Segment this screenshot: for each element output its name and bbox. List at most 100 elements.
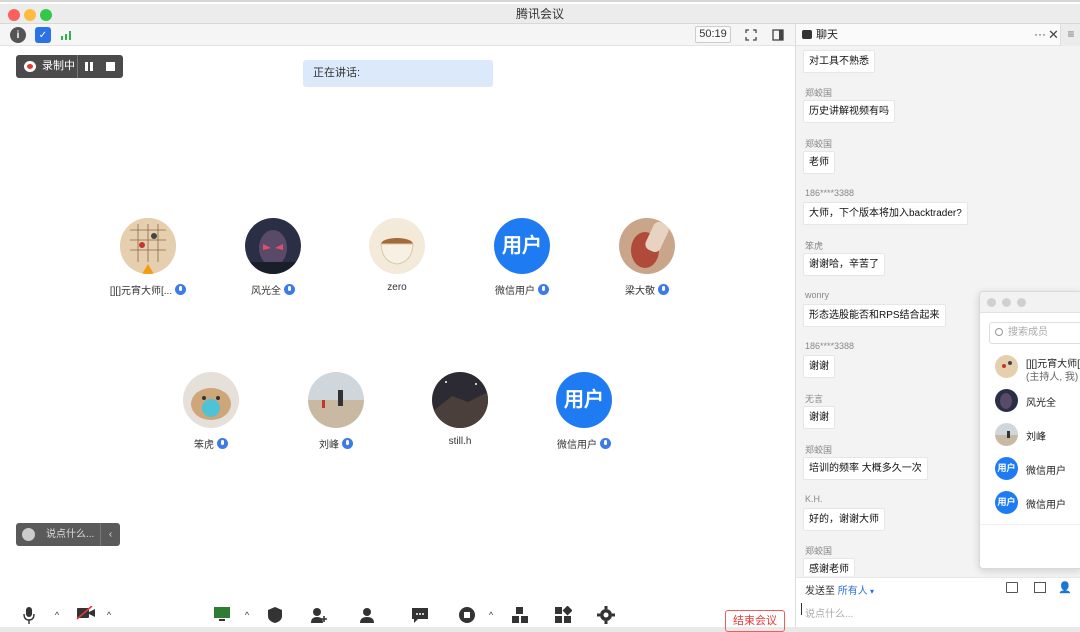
chevron-up-icon[interactable]: ^ bbox=[238, 606, 256, 624]
network-signal-icon[interactable] bbox=[59, 27, 75, 43]
security-shield-icon[interactable]: ✓ bbox=[35, 27, 51, 43]
layout-icon[interactable] bbox=[511, 606, 529, 624]
text-cursor bbox=[801, 603, 802, 615]
chat-message-text: 感谢老师 bbox=[803, 558, 855, 576]
participant-tile[interactable]: still.h bbox=[400, 372, 520, 447]
send-to-label: 发送至 bbox=[805, 586, 835, 597]
close-window-button[interactable] bbox=[8, 9, 20, 21]
avatar bbox=[308, 372, 364, 428]
chat-icon[interactable] bbox=[411, 606, 429, 624]
participant-tile[interactable]: 用户 微信用户 bbox=[524, 372, 644, 451]
settings-gear-icon[interactable] bbox=[597, 606, 615, 624]
info-icon[interactable]: i bbox=[10, 27, 26, 43]
popup-minimize-button[interactable] bbox=[1002, 298, 1011, 307]
member-row[interactable]: 用户 微信用户 bbox=[995, 457, 1080, 481]
participant-tile[interactable]: 梁大敬 bbox=[587, 218, 707, 297]
participant-tile[interactable]: 风光全 bbox=[213, 218, 333, 297]
more-icon[interactable]: ··· bbox=[1034, 24, 1046, 44]
member-search-input[interactable]: 搜索成员 bbox=[989, 322, 1080, 344]
member-name: 刘峰 bbox=[1026, 432, 1046, 443]
participant-name: 微信用户 bbox=[557, 440, 597, 451]
maximize-window-button[interactable] bbox=[40, 9, 52, 21]
manage-members-icon[interactable] bbox=[358, 606, 376, 624]
emoji-icon[interactable] bbox=[22, 528, 35, 541]
search-icon bbox=[995, 328, 1003, 336]
stop-record-button[interactable] bbox=[106, 62, 115, 71]
collapse-chevron-icon[interactable]: ‹ bbox=[100, 523, 120, 546]
chat-message-text: 历史讲解视频有吗 bbox=[803, 100, 895, 123]
chevron-up-icon[interactable]: ^ bbox=[100, 606, 118, 624]
meeting-window: 腾讯会议 i ✓ 50:19 录制中 正在讲话: [][]元宵大师[... 风光… bbox=[0, 0, 1080, 632]
popup-maximize-button[interactable] bbox=[1017, 298, 1026, 307]
send-to-value[interactable]: 所有人 bbox=[838, 586, 868, 597]
send-to-selector[interactable]: 发送至 所有人 ▾ bbox=[805, 582, 874, 597]
chat-message-sender: 郑蛟国 bbox=[805, 139, 833, 149]
mic-on-icon bbox=[342, 438, 353, 449]
member-avatar: 用户 bbox=[995, 457, 1018, 480]
member-row[interactable]: 风光全 bbox=[995, 389, 1080, 413]
camera-off-icon[interactable] bbox=[76, 605, 95, 624]
member-row[interactable]: [][]元宵大师[ (主持人, 我) bbox=[995, 355, 1080, 383]
avatar: 用户 bbox=[494, 218, 550, 274]
participant-tile[interactable]: 笨虎 bbox=[151, 372, 271, 451]
mention-user-icon[interactable]: 👤 bbox=[1058, 581, 1072, 594]
sidebar-toggle-icon[interactable] bbox=[770, 27, 786, 43]
participant-tile[interactable]: [][]元宵大师[... bbox=[88, 218, 208, 297]
bottom-control-bar: ^ ^ ^ ^ 结束会议 bbox=[0, 601, 795, 632]
chat-message-sender: wonry bbox=[805, 290, 830, 300]
popup-close-button[interactable] bbox=[987, 298, 996, 307]
participant-name: still.h bbox=[448, 436, 472, 447]
chat-message-text: 好的，谢谢大师 bbox=[803, 508, 885, 531]
participant-tile[interactable]: 刘峰 bbox=[276, 372, 396, 451]
chat-header: 聊天 ··· ✕ ≡ bbox=[796, 24, 1080, 46]
file-icon[interactable] bbox=[1006, 582, 1018, 593]
chat-input[interactable]: 说点什么... bbox=[805, 605, 853, 620]
chat-message-text: 谢谢哈，辛苦了 bbox=[803, 253, 885, 276]
member-avatar bbox=[995, 423, 1018, 446]
avatar bbox=[619, 218, 675, 274]
member-avatar: 用户 bbox=[995, 491, 1018, 514]
title-bar: 腾讯会议 bbox=[0, 4, 1080, 24]
chat-bubble-icon bbox=[802, 30, 812, 39]
apps-icon[interactable] bbox=[554, 605, 573, 624]
menu-icon[interactable]: ≡ bbox=[1060, 24, 1080, 46]
participant-tile[interactable]: 用户 微信用户 bbox=[462, 218, 582, 297]
cloud-record-icon bbox=[24, 61, 36, 72]
chat-message-sender: 郑蛟国 bbox=[805, 445, 833, 455]
member-name: 风光全 bbox=[1026, 398, 1056, 409]
chevron-up-icon[interactable]: ^ bbox=[48, 606, 66, 624]
record-stop-icon[interactable] bbox=[458, 606, 476, 624]
member-avatar bbox=[995, 389, 1018, 412]
microphone-icon[interactable] bbox=[20, 606, 38, 624]
recording-label: 录制中 bbox=[42, 60, 75, 72]
fullscreen-icon[interactable] bbox=[743, 27, 759, 43]
mic-on-icon bbox=[175, 284, 187, 295]
member-search-placeholder: 搜索成员 bbox=[1008, 327, 1048, 338]
avatar bbox=[369, 218, 425, 274]
invite-member-icon[interactable] bbox=[310, 606, 328, 624]
mic-on-icon bbox=[284, 284, 295, 295]
share-screen-icon[interactable] bbox=[213, 606, 231, 624]
chevron-down-icon[interactable]: ▾ bbox=[868, 587, 874, 596]
member-row[interactable]: 用户 微信用户 bbox=[995, 491, 1080, 515]
chat-message-text: 谢谢 bbox=[803, 406, 835, 429]
calendar-icon[interactable] bbox=[1034, 582, 1046, 593]
chat-message-sender: K.H. bbox=[805, 494, 823, 504]
chat-message-text: 对工具不熟悉 bbox=[803, 50, 875, 73]
chat-message-sender: 笨虎 bbox=[805, 241, 824, 251]
quick-say-input[interactable]: 说点什么... ‹ bbox=[16, 523, 120, 546]
pause-record-button[interactable] bbox=[83, 61, 95, 72]
chat-message-text: 老师 bbox=[803, 151, 835, 174]
security-icon[interactable] bbox=[266, 606, 284, 624]
chat-message-text: 形态选股能否和RPS结合起来 bbox=[803, 304, 946, 327]
member-row[interactable]: 刘峰 bbox=[995, 423, 1080, 447]
participant-name: 笨虎 bbox=[194, 440, 214, 451]
close-icon[interactable]: ✕ bbox=[1048, 24, 1059, 46]
chat-title: 聊天 bbox=[816, 29, 838, 41]
participant-tile[interactable]: zero bbox=[337, 218, 457, 293]
end-meeting-button[interactable]: 结束会议 bbox=[725, 610, 785, 632]
minimize-window-button[interactable] bbox=[24, 9, 36, 21]
chat-message-sender: 无言 bbox=[805, 394, 824, 404]
meeting-timer: 50:19 bbox=[695, 26, 731, 43]
chevron-up-icon[interactable]: ^ bbox=[482, 606, 500, 624]
